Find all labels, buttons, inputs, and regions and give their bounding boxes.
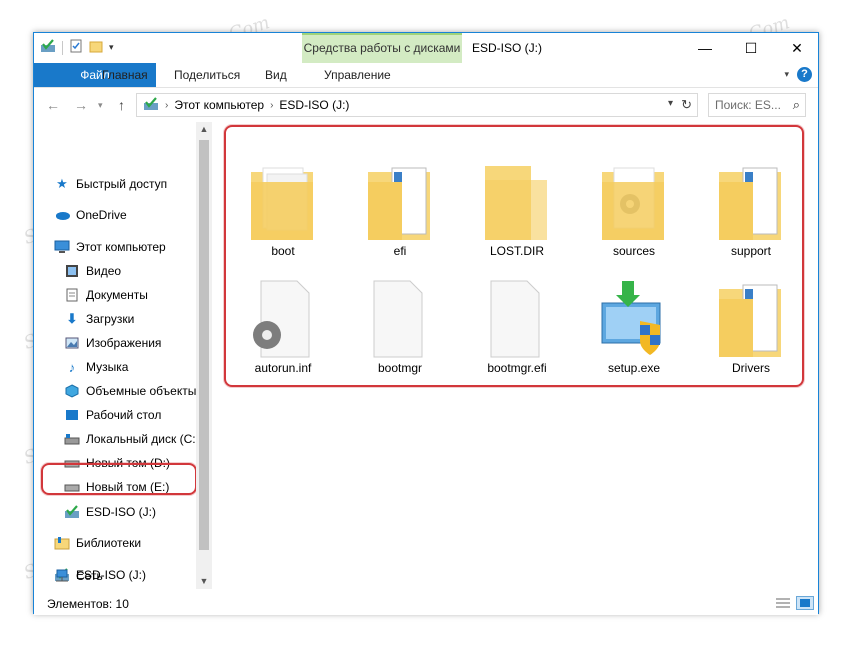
maximize-button[interactable]: ☐ <box>728 33 774 63</box>
disc-drive-icon <box>40 39 56 56</box>
nav-item-label: Рабочий стол <box>86 408 162 422</box>
title-bar: ▾ Средства работы с дисками ESD-ISO (J:)… <box>34 33 818 63</box>
scrollbar-thumb[interactable] <box>199 140 209 550</box>
disc-drive-icon <box>64 504 80 520</box>
cloud-icon <box>54 207 70 223</box>
status-bar: Элементов: 10 <box>34 589 818 615</box>
computer-icon <box>54 239 70 255</box>
tab-manage[interactable]: Управление <box>312 63 403 87</box>
nav-item-label: Быстрый доступ <box>76 177 168 191</box>
libraries-icon <box>54 535 70 551</box>
address-row: ← → ▾ ↑ › Этот компьютер › ESD-ISO (J:) … <box>34 88 818 122</box>
nav-item-music[interactable]: ♪ Музыка <box>64 356 129 378</box>
video-icon <box>64 263 80 279</box>
breadcrumb-separator-icon: › <box>270 99 274 111</box>
nav-item-local-disk-c[interactable]: Локальный диск (C: <box>64 428 196 450</box>
details-view-icon[interactable] <box>774 596 792 610</box>
expand-ribbon-icon[interactable]: ▾ <box>784 69 789 80</box>
nav-item-label: OneDrive <box>76 208 127 222</box>
window-title: ESD-ISO (J:) <box>472 41 543 55</box>
ribbon: Файл Главная Поделиться Вид Управление ▾… <box>34 63 818 88</box>
nav-item-label: Локальный диск (C: <box>86 432 196 446</box>
documents-icon <box>64 287 80 303</box>
desktop-icon <box>64 407 80 423</box>
refresh-icon[interactable]: ↻ <box>681 97 692 113</box>
nav-item-label: Объемные объекты <box>86 384 197 398</box>
item-count: Элементов: 10 <box>47 597 129 611</box>
nav-item-downloads[interactable]: ⬇ Загрузки <box>64 308 135 330</box>
close-button[interactable]: ✕ <box>774 33 820 63</box>
address-dropdown-icon[interactable]: ▾ <box>668 98 673 109</box>
network-icon <box>54 568 70 584</box>
nav-scrollbar[interactable]: ▲ ▼ <box>196 122 212 589</box>
breadcrumb-this-pc[interactable]: Этот компьютер <box>174 98 264 112</box>
search-icon: ⌕ <box>792 97 800 112</box>
nav-item-documents[interactable]: Документы <box>64 284 148 306</box>
address-bar[interactable]: › Этот компьютер › ESD-ISO (J:) ▾ ↻ <box>136 93 698 117</box>
highlight-frame-files <box>224 125 804 387</box>
explorer-window: ▾ Средства работы с дисками ESD-ISO (J:)… <box>33 32 819 615</box>
download-icon: ⬇ <box>66 311 78 326</box>
search-input[interactable]: Поиск: ES... ⌕ <box>708 93 806 117</box>
nav-item-esd-iso-selected[interactable]: ESD-ISO (J:) <box>64 501 156 523</box>
nav-item-label: Изображения <box>86 336 162 350</box>
tab-view[interactable]: Вид <box>253 63 299 87</box>
disc-drive-icon <box>143 96 159 114</box>
nav-item-label: Документы <box>86 288 148 302</box>
properties-icon[interactable] <box>69 39 83 56</box>
toolbar-divider <box>62 40 63 55</box>
3d-objects-icon <box>64 383 80 399</box>
nav-item-this-pc[interactable]: Этот компьютер <box>54 236 166 258</box>
nav-item-pictures[interactable]: Изображения <box>64 332 161 354</box>
scroll-down-icon[interactable]: ▼ <box>196 576 212 586</box>
nav-item-label: Сеть <box>76 569 103 583</box>
nav-item-quick-access[interactable]: ★ Быстрый доступ <box>54 173 167 195</box>
search-placeholder: Поиск: ES... <box>715 98 781 112</box>
music-icon: ♪ <box>68 359 76 375</box>
nav-item-desktop[interactable]: Рабочий стол <box>64 404 161 426</box>
chevron-down-icon[interactable]: ▾ <box>109 42 114 53</box>
nav-item-label: Музыка <box>86 360 129 374</box>
nav-item-video[interactable]: Видео <box>64 260 121 282</box>
nav-item-label: Этот компьютер <box>76 240 166 254</box>
large-icons-view-icon[interactable] <box>796 596 814 610</box>
quick-access-toolbar: ▾ <box>40 39 114 56</box>
navigation-pane: ★ Быстрый доступ OneDrive Этот компьютер… <box>34 122 212 589</box>
breadcrumb-separator-icon: › <box>165 99 169 111</box>
nav-item-network[interactable]: Сеть <box>54 565 103 587</box>
nav-item-label: ESD-ISO (J:) <box>86 505 157 519</box>
star-icon: ★ <box>56 176 68 191</box>
scroll-up-icon[interactable]: ▲ <box>196 124 212 134</box>
local-disk-icon <box>64 431 80 447</box>
highlight-frame-nav <box>41 463 197 495</box>
nav-item-3d-objects[interactable]: Объемные объекты <box>64 380 196 402</box>
back-arrow-icon[interactable]: ← <box>46 97 60 113</box>
up-arrow-icon[interactable]: ↑ <box>118 97 125 113</box>
tab-share[interactable]: Поделиться <box>162 63 252 87</box>
tab-home[interactable]: Главная <box>90 63 160 87</box>
recent-locations-icon[interactable]: ▾ <box>98 100 103 111</box>
nav-item-onedrive[interactable]: OneDrive <box>54 204 127 226</box>
context-tab-group: Средства работы с дисками <box>302 33 462 63</box>
nav-item-label: Загрузки <box>86 312 135 326</box>
new-folder-icon[interactable] <box>89 39 103 56</box>
forward-arrow-icon[interactable]: → <box>74 97 88 113</box>
help-icon[interactable]: ? <box>797 67 812 82</box>
minimize-button[interactable]: — <box>682 33 728 63</box>
nav-item-label: Видео <box>86 264 122 278</box>
breadcrumb-esd-iso[interactable]: ESD-ISO (J:) <box>279 98 349 112</box>
pictures-icon <box>64 335 80 351</box>
nav-item-libraries[interactable]: Библиотеки <box>54 532 141 554</box>
nav-item-label: Библиотеки <box>76 536 142 550</box>
